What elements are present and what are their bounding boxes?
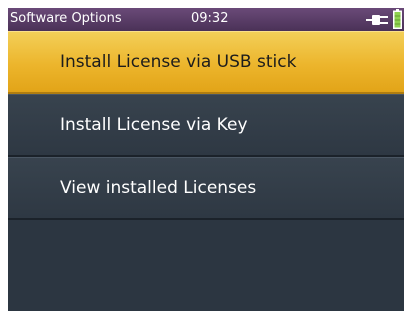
menu-item-label: Install License via USB stick [60,52,297,72]
menu-empty-area [8,220,404,308]
plug-icon [366,15,388,25]
menu-item-install-usb[interactable]: Install License via USB stick [8,31,404,94]
menu-item-label: View installed Licenses [60,178,257,198]
battery-icon [393,9,402,29]
clock: 09:32 [191,11,229,26]
device-screen: Software Options 09:32 Install License v… [8,8,404,311]
screen-title: Software Options [10,11,122,26]
menu-item-label: Install License via Key [60,115,248,135]
status-bar: Software Options 09:32 [8,8,404,31]
menu-item-install-key[interactable]: Install License via Key [8,94,404,157]
options-menu: Install License via USB stick Install Li… [8,31,404,308]
menu-item-view-licenses[interactable]: View installed Licenses [8,157,404,220]
